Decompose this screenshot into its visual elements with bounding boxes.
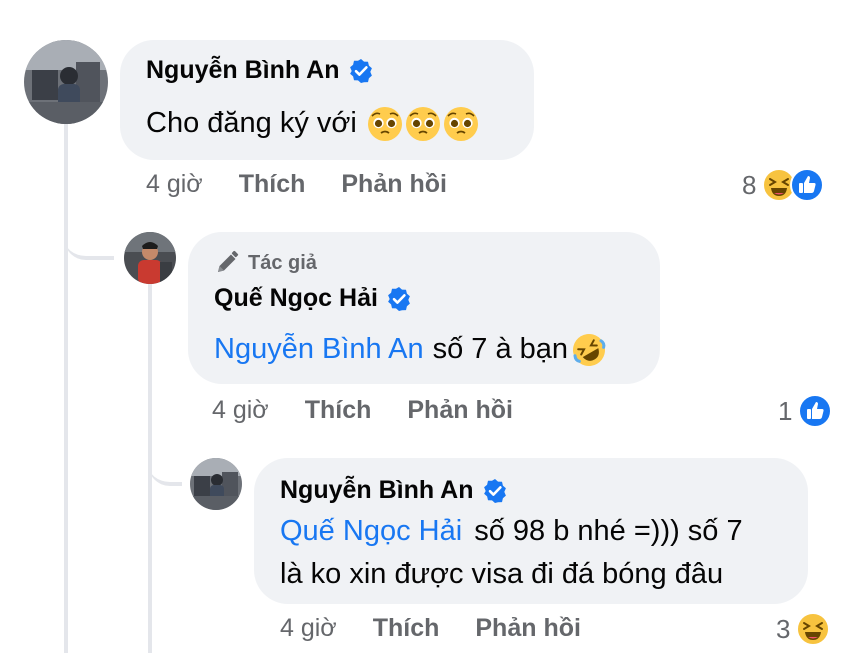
avatar[interactable]	[190, 458, 242, 510]
verified-badge-icon	[483, 478, 506, 503]
pencil-icon	[218, 250, 239, 272]
pleading-face-emoji-icon	[367, 106, 402, 141]
like-button[interactable]: Thích	[373, 614, 440, 643]
comment-actions: 4 giờ Thích Phản hồi	[146, 170, 447, 199]
comment-text: Cho đăng ký với	[146, 102, 479, 145]
comment-author[interactable]: Nguyễn Bình An	[146, 56, 374, 85]
comment-timestamp[interactable]: 4 giờ	[280, 614, 337, 643]
pleading-face-emoji-icon	[405, 106, 440, 141]
like-button[interactable]: Thích	[239, 170, 306, 199]
reaction-summary[interactable]: 3	[776, 612, 831, 646]
thread-connector-nested	[148, 430, 182, 486]
comment-bubble: Nguyễn Bình An Cho đăng ký với	[120, 40, 534, 160]
reply-button[interactable]: Phản hồi	[407, 396, 513, 425]
comment-body: Cho đăng ký với	[146, 107, 357, 139]
author-badge-label: Tác giả	[248, 251, 317, 274]
comment-actions: 4 giờ Thích Phản hồi	[280, 614, 581, 643]
comment-author[interactable]: Quế Ngọc Hải	[214, 284, 412, 313]
reaction-count: 1	[778, 395, 793, 426]
author-badge: Tác giả	[214, 250, 317, 276]
avatar[interactable]	[124, 232, 176, 284]
comment-bubble: Nguyễn Bình An Quế Ngọc Hải số 98 b nhé …	[254, 458, 808, 604]
author-name[interactable]: Quế Ngọc Hải	[214, 284, 378, 313]
author-name[interactable]: Nguyễn Bình An	[280, 476, 474, 505]
mention-link[interactable]: Nguyễn Bình An	[214, 328, 424, 371]
comment-line-2: là ko xin được visa đi đá bóng đâu	[280, 558, 724, 590]
comment-author[interactable]: Nguyễn Bình An	[280, 476, 508, 505]
comment-text: Nguyễn Bình An số 7 à bạn	[214, 328, 608, 371]
comment-text: Quế Ngọc Hải số 98 b nhé =))) số 7 là ko…	[280, 510, 743, 596]
author-name[interactable]: Nguyễn Bình An	[146, 56, 340, 85]
comment-timestamp[interactable]: 4 giờ	[146, 170, 203, 199]
reply-button[interactable]: Phản hồi	[341, 170, 447, 199]
verified-badge-icon	[388, 286, 410, 311]
reaction-summary[interactable]: 1	[778, 394, 833, 428]
emoji-group	[367, 106, 479, 142]
reaction-count: 3	[776, 613, 791, 644]
avatar[interactable]	[24, 40, 108, 124]
laughing-emoji-icon	[796, 612, 831, 646]
comment-line-1: Quế Ngọc Hải số 98 b nhé =))) số 7	[280, 510, 743, 553]
like-icon	[798, 394, 833, 428]
comment-body: số 7 à bạn	[432, 333, 569, 365]
comment-actions: 4 giờ Thích Phản hồi	[212, 396, 513, 425]
reaction-count: 8	[742, 169, 757, 200]
comment-timestamp[interactable]: 4 giờ	[212, 396, 269, 425]
comment-bubble: Tác giả Quế Ngọc Hải Nguyễn Bình An số 7…	[188, 232, 660, 384]
thread-connector-reply	[64, 200, 114, 260]
pleading-face-emoji-icon	[443, 106, 478, 141]
mention-link[interactable]: Quế Ngọc Hải	[280, 515, 462, 547]
comment-body: số 98 b nhé =))) số 7	[474, 515, 743, 547]
verified-badge-icon	[349, 58, 372, 83]
reply-button[interactable]: Phản hồi	[475, 614, 581, 643]
rolling-on-floor-laughing-emoji-icon	[573, 333, 606, 366]
like-button[interactable]: Thích	[305, 396, 372, 425]
like-icon	[790, 168, 825, 202]
reaction-summary[interactable]: 8	[742, 168, 825, 202]
